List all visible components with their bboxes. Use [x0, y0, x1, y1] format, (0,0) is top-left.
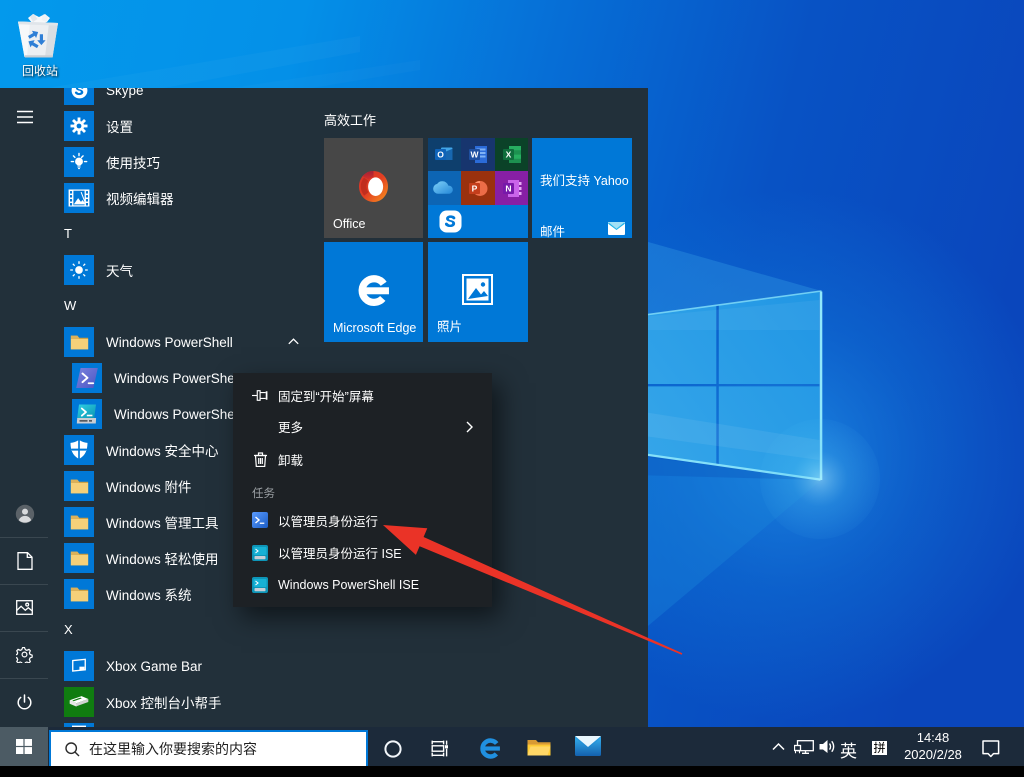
- svg-text:O: O: [437, 149, 444, 159]
- svg-text:P: P: [472, 183, 478, 193]
- svg-text:W: W: [470, 149, 479, 159]
- svg-text:X: X: [506, 149, 512, 159]
- svg-text:N: N: [505, 183, 511, 193]
